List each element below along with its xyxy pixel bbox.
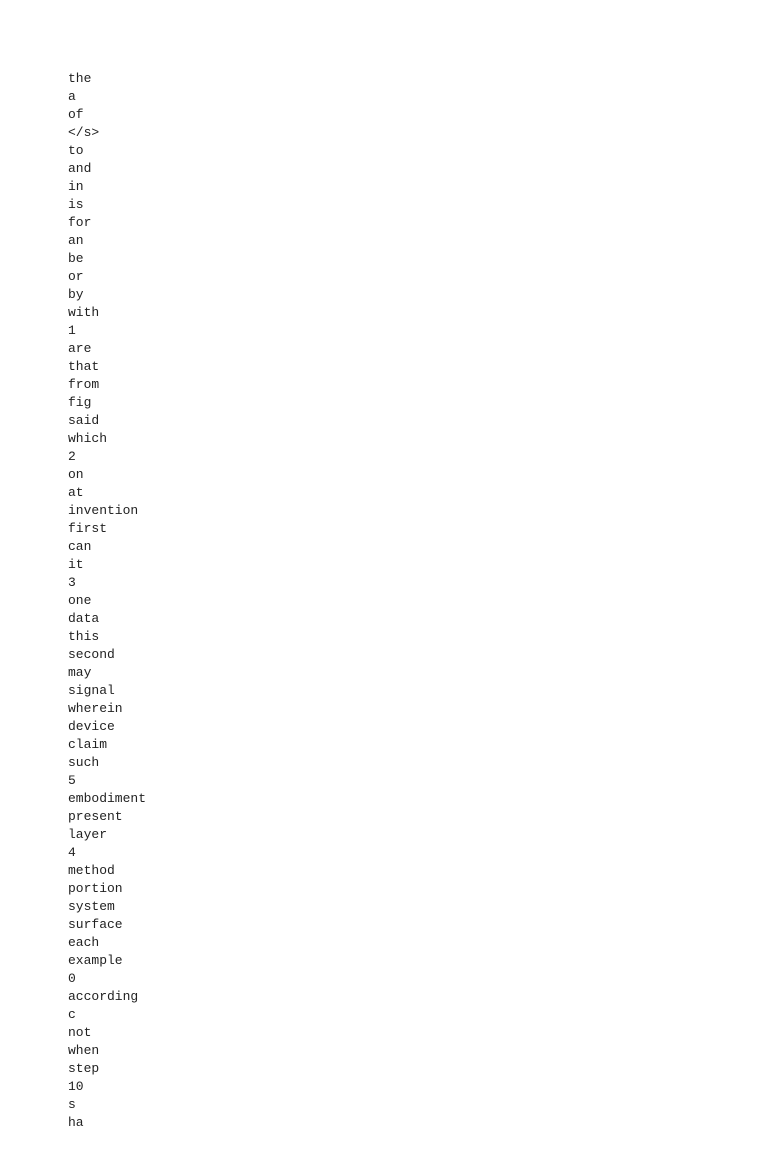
list-item: system xyxy=(68,898,768,916)
list-item: 5 xyxy=(68,772,768,790)
list-item: 1 xyxy=(68,322,768,340)
list-item: may xyxy=(68,664,768,682)
list-item: c xyxy=(68,1006,768,1024)
list-item: and xyxy=(68,160,768,178)
list-item: be xyxy=(68,250,768,268)
list-item: a xyxy=(68,88,768,106)
list-item: layer xyxy=(68,826,768,844)
list-item: in xyxy=(68,178,768,196)
list-item: from xyxy=(68,376,768,394)
list-item: one xyxy=(68,592,768,610)
list-item: 10 xyxy=(68,1078,768,1096)
list-item: the xyxy=(68,70,768,88)
list-item: wherein xyxy=(68,700,768,718)
list-item: by xyxy=(68,286,768,304)
list-item: 0 xyxy=(68,970,768,988)
list-item: an xyxy=(68,232,768,250)
list-item: each xyxy=(68,934,768,952)
list-item: are xyxy=(68,340,768,358)
list-item: that xyxy=(68,358,768,376)
list-item: 4 xyxy=(68,844,768,862)
list-item: present xyxy=(68,808,768,826)
list-item: first xyxy=(68,520,768,538)
list-item: according xyxy=(68,988,768,1006)
list-item: surface xyxy=(68,916,768,934)
list-item: or xyxy=(68,268,768,286)
list-item: it xyxy=(68,556,768,574)
list-item: at xyxy=(68,484,768,502)
list-item: said xyxy=(68,412,768,430)
list-item: this xyxy=(68,628,768,646)
list-item: 3 xyxy=(68,574,768,592)
list-item: claim xyxy=(68,736,768,754)
list-item: step xyxy=(68,1060,768,1078)
list-item: ha xyxy=(68,1114,768,1132)
list-item: when xyxy=(68,1042,768,1060)
list-item: embodiment xyxy=(68,790,768,808)
list-item: on xyxy=(68,466,768,484)
list-item: which xyxy=(68,430,768,448)
list-item: example xyxy=(68,952,768,970)
list-item: method xyxy=(68,862,768,880)
list-item: not xyxy=(68,1024,768,1042)
list-item: s xyxy=(68,1096,768,1114)
list-item: portion xyxy=(68,880,768,898)
list-item: </s> xyxy=(68,124,768,142)
list-item: second xyxy=(68,646,768,664)
list-item: invention xyxy=(68,502,768,520)
list-item: 2 xyxy=(68,448,768,466)
word-list: theaof</s>toandinisforanbeorbywith1areth… xyxy=(0,0,768,1172)
list-item: device xyxy=(68,718,768,736)
list-item: of xyxy=(68,106,768,124)
list-item: for xyxy=(68,214,768,232)
list-item: fig xyxy=(68,394,768,412)
list-item: to xyxy=(68,142,768,160)
list-item: with xyxy=(68,304,768,322)
list-item: data xyxy=(68,610,768,628)
list-item: such xyxy=(68,754,768,772)
list-item: is xyxy=(68,196,768,214)
list-item: can xyxy=(68,538,768,556)
list-item: signal xyxy=(68,682,768,700)
